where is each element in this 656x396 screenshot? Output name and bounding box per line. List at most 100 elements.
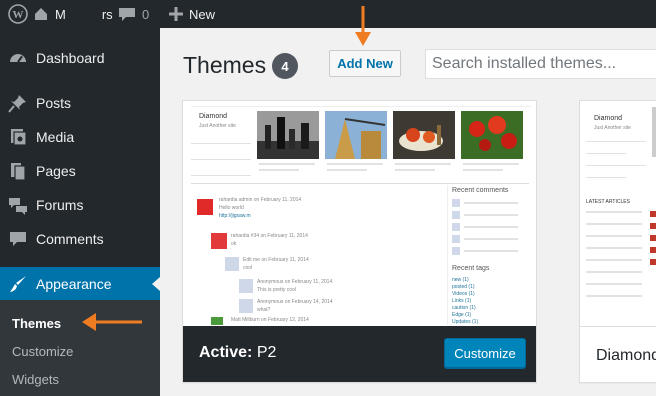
preview-divider bbox=[191, 143, 251, 144]
preview-comment-meta: Anonymous on February 11, 2014 bbox=[257, 279, 333, 285]
site-name-redaction bbox=[71, 8, 96, 20]
preview-comment-meta: rahardia #34 on February 11, 2014 bbox=[231, 233, 308, 239]
theme-screenshot[interactable]: Diamond Just Another site rahardia admin… bbox=[183, 101, 536, 326]
preview-tag: Links (1) bbox=[452, 298, 472, 304]
preview-divider bbox=[191, 159, 251, 160]
preview-line bbox=[464, 214, 518, 216]
theme-card-diamond[interactable]: Diamond Just Another site LATEST ARTICLE… bbox=[579, 100, 656, 383]
preview-caption-line bbox=[259, 169, 299, 171]
preview-line bbox=[464, 238, 518, 240]
sidebar-item-label: Appearance bbox=[36, 276, 112, 292]
preview-divider bbox=[191, 175, 251, 176]
preview-bullet bbox=[650, 223, 656, 229]
preview-caption-line bbox=[395, 163, 451, 165]
preview-site-desc: Just Another site bbox=[594, 125, 631, 131]
customize-button[interactable]: Customize bbox=[444, 338, 526, 368]
preview-bullet bbox=[650, 235, 656, 241]
arrow-left-annotation-icon bbox=[82, 313, 142, 331]
sidebar-item-appearance[interactable]: Appearance bbox=[0, 267, 160, 301]
preview-caption-line bbox=[395, 169, 435, 171]
preview-line bbox=[464, 202, 518, 204]
preview-line bbox=[586, 211, 642, 213]
preview-line bbox=[586, 271, 642, 273]
preview-thumb-city bbox=[257, 111, 319, 159]
preview-thumb-food bbox=[393, 111, 455, 159]
add-new-button[interactable]: Add New bbox=[329, 50, 401, 77]
preview-line bbox=[586, 295, 642, 297]
preview-divider bbox=[586, 165, 646, 166]
sidebar-item-forums[interactable]: Forums bbox=[0, 188, 160, 222]
preview-comment-meta: rahardia admin on February 11, 2014 bbox=[219, 197, 302, 203]
preview-caption-line bbox=[327, 169, 367, 171]
preview-latest-title: LATEST ARTICLES bbox=[586, 199, 630, 205]
preview-tag: Updates (1) bbox=[452, 319, 479, 325]
theme-card-active[interactable]: Diamond Just Another site rahardia admin… bbox=[182, 100, 537, 383]
sidebar-item-dashboard[interactable]: Dashboard bbox=[0, 41, 160, 75]
preview-comment-text: Hello world bbox=[219, 205, 244, 211]
avatar bbox=[452, 223, 460, 231]
theme-screenshot[interactable]: Diamond Just Another site LATEST ARTICLE… bbox=[580, 101, 656, 326]
sidebar-item-pages[interactable]: Pages bbox=[0, 154, 160, 188]
sidebar-item-label: Comments bbox=[36, 231, 104, 247]
active-theme-name: P2 bbox=[256, 344, 277, 361]
preview-caption-line bbox=[463, 163, 519, 165]
preview-divider bbox=[586, 141, 646, 142]
preview-comment-meta: Matt Millburn on February 12, 2014 bbox=[231, 317, 309, 323]
preview-bullet bbox=[650, 247, 656, 253]
preview-comment-meta: Anonymous on February 14, 2014 bbox=[257, 299, 333, 305]
preview-thumb-crane bbox=[325, 111, 387, 159]
submenu-item-customize[interactable]: Customize bbox=[12, 344, 73, 359]
avatar bbox=[225, 257, 239, 271]
page-title: Themes bbox=[183, 52, 267, 78]
active-theme-label: Active: P2 bbox=[199, 344, 276, 362]
preview-bullet bbox=[650, 259, 656, 265]
preview-comment-text: ok bbox=[231, 241, 237, 247]
preview-tag: posted (1) bbox=[452, 284, 475, 290]
preview-sidebar: Recent comments Recent tags new (1) post… bbox=[447, 185, 527, 325]
preview-line bbox=[586, 223, 642, 225]
preview-comments: rahardia admin on February 11, 2014 Hell… bbox=[191, 193, 439, 325]
media-icon bbox=[11, 129, 27, 146]
preview-comment-text: cool bbox=[243, 265, 253, 271]
avatar bbox=[452, 199, 460, 207]
preview-site-title: Diamond bbox=[594, 115, 623, 122]
preview-comment-text: This is pretty cool bbox=[257, 287, 296, 293]
sidebar-item-posts[interactable]: Posts bbox=[0, 86, 160, 120]
search-input[interactable]: Search installed themes... bbox=[425, 49, 656, 79]
plus-icon bbox=[169, 7, 183, 21]
avatar bbox=[197, 199, 213, 215]
active-prefix: Active: bbox=[199, 344, 253, 361]
preview-comment-text: what? bbox=[257, 307, 271, 313]
preview-line bbox=[464, 226, 518, 228]
preview-tag: Edge (1) bbox=[452, 312, 472, 318]
sidebar-item-comments[interactable]: Comments bbox=[0, 222, 160, 256]
preview-comment-link: http://jigsaw.m bbox=[219, 213, 251, 219]
site-name-link[interactable]: M rs bbox=[33, 0, 113, 28]
wordpress-logo-icon[interactable]: W bbox=[8, 0, 28, 28]
sidebar-item-label: Pages bbox=[36, 163, 76, 179]
theme-name: Diamond bbox=[596, 347, 656, 364]
sidebar-item-label: Forums bbox=[36, 197, 84, 213]
theme-count-badge: 4 bbox=[272, 53, 298, 79]
preview-thumb-flowers bbox=[461, 111, 523, 159]
preview-caption-line bbox=[259, 163, 315, 165]
preview-tag: new (1) bbox=[452, 277, 469, 283]
comments-icon bbox=[10, 232, 26, 246]
submenu-item-widgets[interactable]: Widgets bbox=[12, 372, 59, 387]
sidebar-item-media[interactable]: Media bbox=[0, 120, 160, 154]
preview-site-desc: Just Another site bbox=[199, 123, 236, 129]
site-name: M bbox=[55, 6, 66, 22]
home-icon bbox=[35, 8, 47, 20]
arrow-down-annotation-icon bbox=[355, 6, 371, 46]
submenu-item-themes[interactable]: Themes bbox=[12, 316, 61, 331]
preview-image bbox=[652, 107, 656, 157]
avatar bbox=[452, 211, 460, 219]
comments-count: 0 bbox=[142, 6, 150, 22]
comments-link[interactable]: 0 bbox=[118, 0, 149, 28]
new-content-link[interactable]: New bbox=[169, 0, 215, 28]
forums-icon bbox=[9, 198, 27, 215]
search-placeholder: Search installed themes... bbox=[432, 55, 617, 72]
site-name-tail: rs bbox=[101, 6, 113, 22]
avatar bbox=[452, 247, 460, 255]
main-content: Themes 4 Add New Search installed themes… bbox=[160, 28, 656, 396]
